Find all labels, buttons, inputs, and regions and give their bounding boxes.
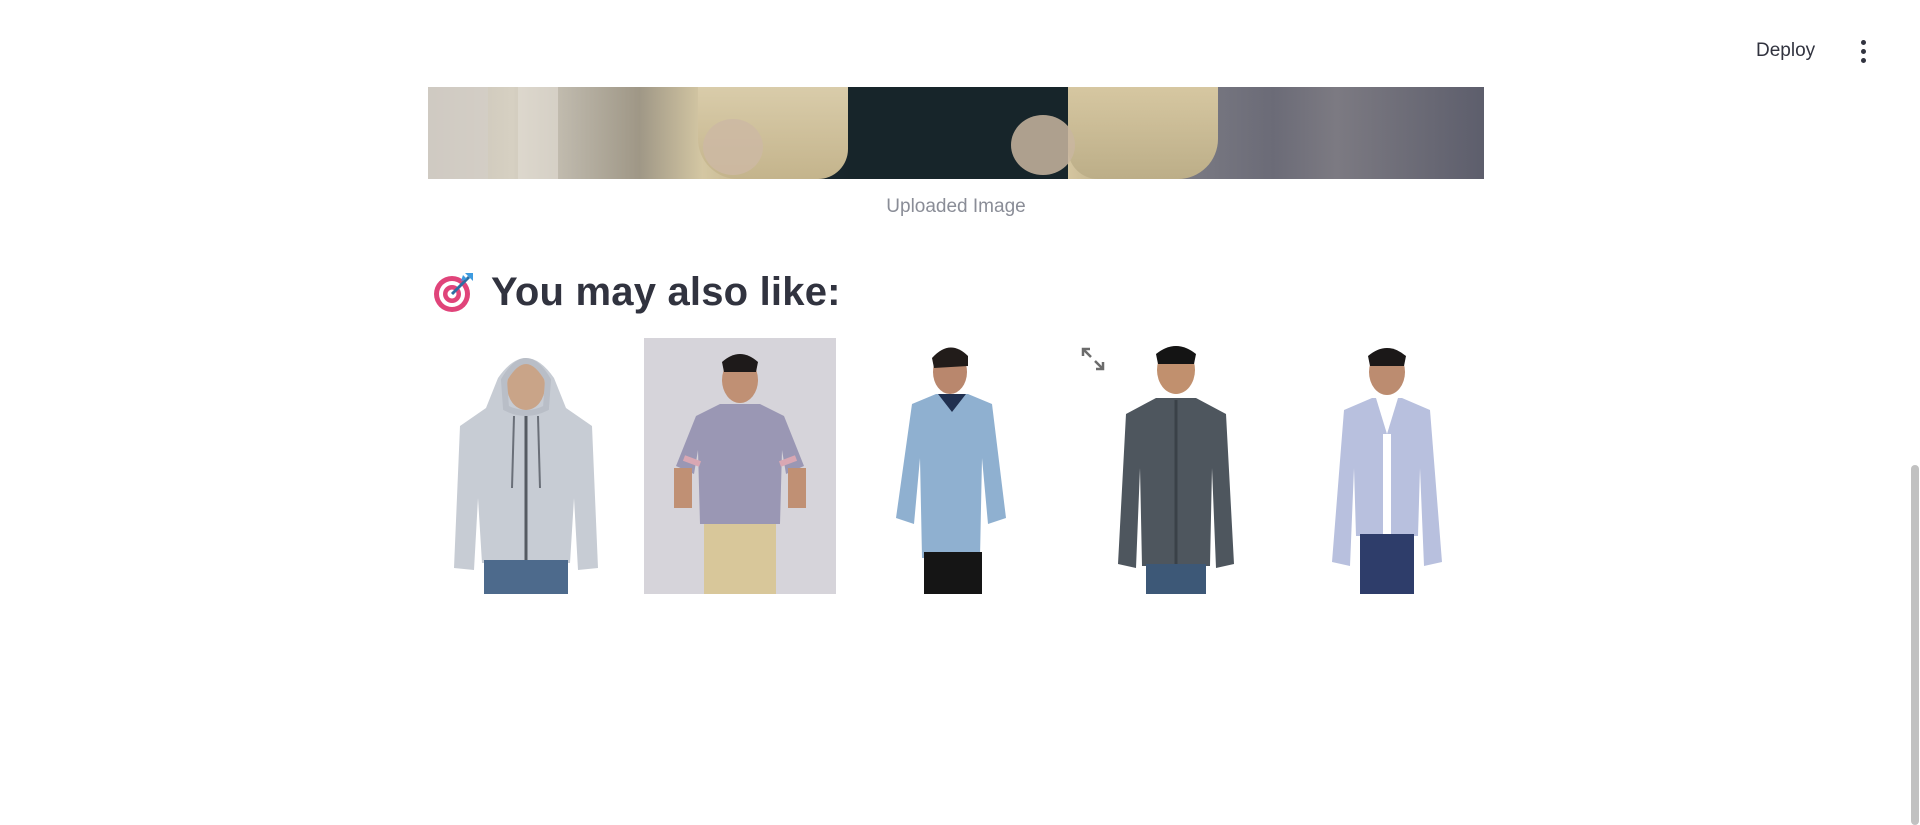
product-image-2[interactable] [644,338,836,594]
deploy-button[interactable]: Deploy [1744,34,1827,68]
app-header: Deploy [0,0,1920,86]
recommendations-heading: You may also like: [433,262,841,322]
image-caption: Uploaded Image [886,196,1026,217]
scrollbar-thumb[interactable] [1911,465,1919,825]
heading-title: You may also like: [491,269,841,314]
product-image-3[interactable] [856,338,1056,594]
product-image-5[interactable] [1290,338,1484,594]
product-image-4[interactable] [1074,338,1278,594]
product-image-1[interactable] [428,338,625,594]
recommendation-gallery [428,338,1484,594]
more-vertical-icon[interactable] [1848,33,1878,69]
uploaded-image [428,87,1484,179]
fullscreen-icon[interactable] [1080,346,1106,372]
target-icon [433,271,475,313]
